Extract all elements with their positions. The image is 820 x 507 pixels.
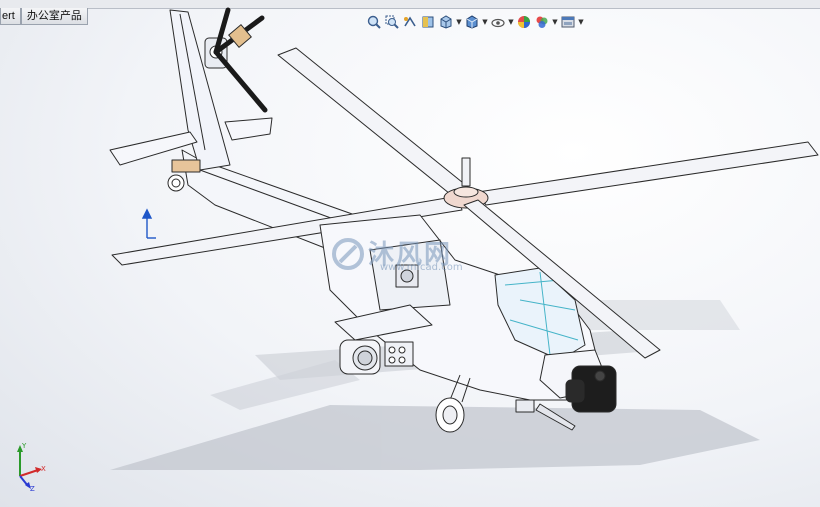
main-rotor-blade: [477, 141, 819, 206]
y-axis-label: Y: [21, 442, 27, 450]
reference-triad-icon: [141, 208, 156, 239]
helicopter-model[interactable]: [0, 0, 820, 507]
x-axis: [19, 469, 39, 477]
main-rotor-blade: [277, 47, 479, 203]
x-axis-label: X: [41, 465, 46, 473]
coordinate-triad: Y X Z: [17, 442, 46, 492]
z-axis-label: Z: [30, 485, 35, 492]
nose-sensor-turret: [565, 365, 617, 413]
